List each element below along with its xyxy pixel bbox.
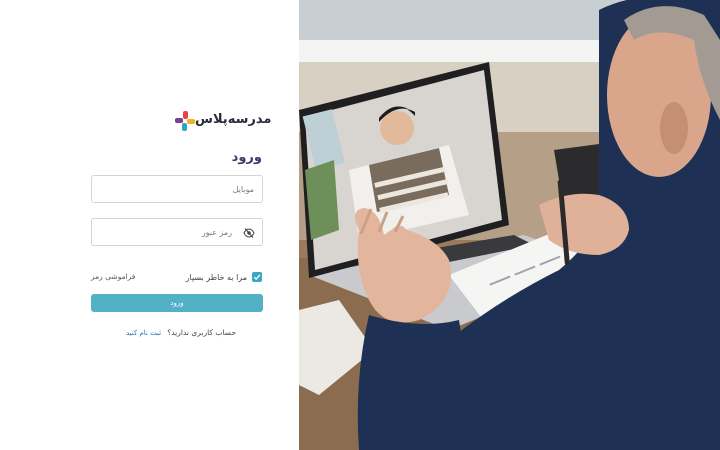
brand-logo: مدرسه‌پلاس — [175, 109, 272, 135]
hero-photo-illustration — [299, 0, 720, 450]
remember-me[interactable]: مرا به خاطر بسپار — [186, 271, 262, 283]
brand-name: مدرسه‌پلاس — [195, 112, 272, 127]
hero-image — [299, 0, 720, 450]
signup-row: حساب کاربری ندارید؟ ثبت نام کنید — [126, 328, 236, 337]
login-button[interactable]: ورود — [91, 294, 263, 312]
login-panel: مدرسه‌پلاس ورود مرا به خاطر بسپار فراموش… — [0, 0, 299, 450]
mobile-input[interactable] — [92, 176, 262, 202]
eye-slash-icon[interactable] — [243, 227, 255, 239]
check-icon — [253, 274, 261, 281]
signup-link[interactable]: ثبت نام کنید — [126, 329, 161, 337]
password-field[interactable] — [91, 218, 263, 246]
remember-label: مرا به خاطر بسپار — [185, 272, 247, 282]
forgot-password-link[interactable]: فراموشی رمز — [91, 272, 135, 281]
password-input[interactable] — [92, 219, 262, 245]
brand-logo-mark-icon — [175, 111, 195, 131]
remember-checkbox[interactable] — [252, 272, 262, 282]
page-title: ورود — [231, 150, 262, 165]
no-account-text: حساب کاربری ندارید؟ — [167, 328, 236, 337]
mobile-field[interactable] — [91, 175, 263, 203]
